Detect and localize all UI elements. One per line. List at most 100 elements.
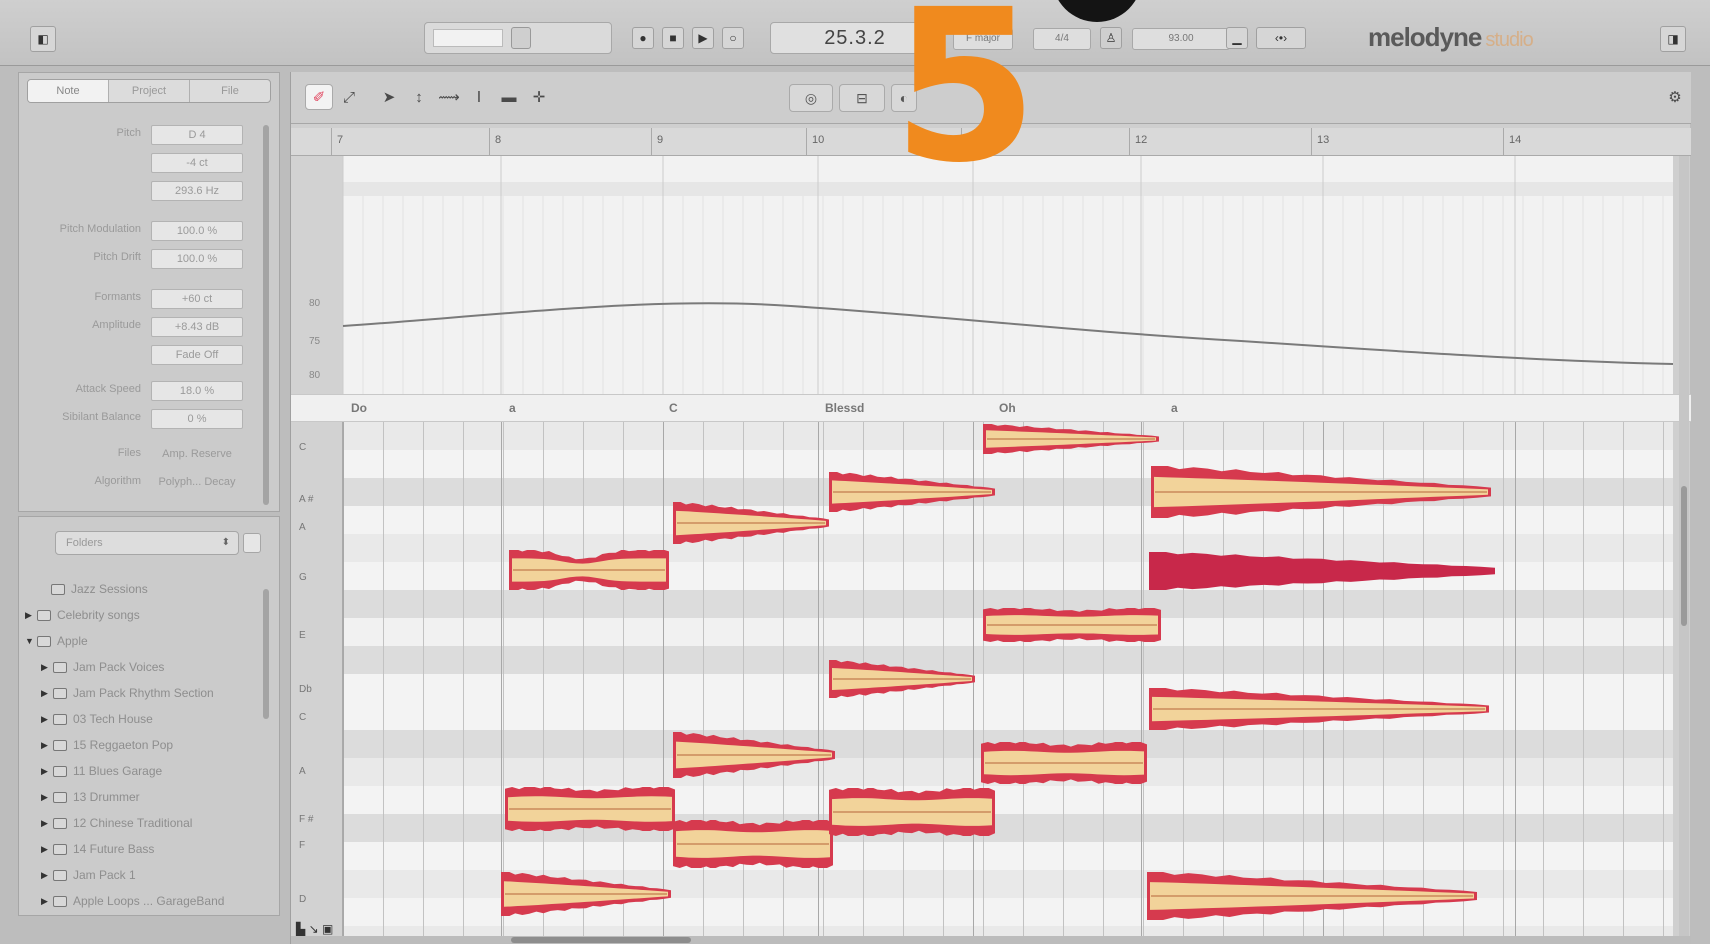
folder-icon [53,739,67,751]
tree-item-tech-house[interactable]: ▶ 03 Tech House [41,709,153,729]
quantize-macro-icon[interactable]: ⊟ [839,84,885,112]
param-value-field[interactable]: -4 ct [151,153,243,173]
note-blob[interactable] [981,742,1147,784]
tree-item-chinese-traditional[interactable]: ▶ 12 Chinese Traditional [41,813,192,833]
lyric-syllable[interactable]: a [509,401,516,415]
expand-arrow-icon[interactable]: ▶ [41,896,53,907]
tempo-display[interactable]: 93.00 [1132,28,1230,50]
tab-project[interactable]: Project [109,80,190,102]
param-value-field[interactable]: 18.0 % [151,381,243,401]
param-value-field[interactable]: 100.0 % [151,249,243,269]
note-blob[interactable] [501,872,671,916]
lyric-syllable[interactable]: C [669,401,678,415]
tree-item-future-bass[interactable]: ▶ 14 Future Bass [41,839,154,859]
note-blob[interactable] [829,788,995,836]
note-blob[interactable] [509,550,669,590]
lyric-syllable[interactable]: Blessd [825,401,864,415]
chevron-down-icon: ⬍ [221,537,230,548]
pitch-drift-tool-icon[interactable]: ⟿ [435,84,463,110]
note-blob[interactable] [829,660,975,698]
select-tool-icon[interactable]: ➤ [375,84,403,110]
tree-item-celebrity-songs[interactable]: ▶ Celebrity songs [25,605,140,625]
note-blob[interactable] [829,472,995,512]
vertical-scrollbar[interactable] [1679,156,1689,936]
zoom-slider[interactable] [424,22,612,54]
note-blob[interactable] [505,787,675,831]
time-signature-display[interactable]: 4/4 [1033,28,1091,50]
pitch-modulation-tool-icon[interactable]: ↕ [405,84,433,110]
tree-item-jazz-sessions[interactable]: Jazz Sessions [39,579,148,599]
note-blob[interactable] [1151,466,1491,518]
browser-options-button[interactable] [243,533,261,553]
note-blob[interactable] [1149,688,1489,730]
amplitude-tool-icon[interactable]: ▬ [495,84,523,110]
inspector-scrollbar[interactable] [263,125,269,505]
time-tool-icon[interactable]: ✛ [525,84,553,110]
param-value-field[interactable]: D 4 [151,125,243,145]
tree-item-reggaeton-pop[interactable]: ▶ 15 Reggaeton Pop [41,735,173,755]
collapse-arrow-icon[interactable]: ▼ [25,636,37,646]
expand-arrow-icon[interactable]: ▶ [41,714,53,725]
param-value-field[interactable]: +8.43 dB [151,317,243,337]
film-icon[interactable]: ▣ [322,922,333,936]
expand-arrow-icon[interactable]: ▶ [25,610,37,621]
record-button[interactable]: ● [632,27,654,49]
play-button[interactable]: ▶ [692,27,714,49]
param-value-field[interactable]: 100.0 % [151,221,243,241]
tree-item-apple-loops[interactable]: ▶ Apple Loops ... GarageBand [41,891,224,911]
expand-arrow-icon[interactable]: ▶ [41,818,53,829]
tree-item-jam-pack-rhythm-section[interactable]: ▶ Jam Pack Rhythm Section [41,683,214,703]
param-value-text[interactable]: Polyph... Decay [151,473,243,493]
note-blob[interactable] [983,608,1161,642]
horizontal-scrollbar[interactable] [291,936,1691,944]
lyric-syllable[interactable]: Oh [999,401,1016,415]
pitch-tool-icon[interactable]: ⤢ [335,84,363,110]
metronome-icon[interactable]: ♙ [1100,27,1122,49]
note-blob[interactable] [983,424,1159,454]
expand-arrow-icon[interactable]: ▶ [41,662,53,673]
expand-arrow-icon[interactable]: ▶ [41,740,53,751]
param-value-field[interactable]: +60 ct [151,289,243,309]
note-blob[interactable] [673,502,829,544]
sidebar-toggle-icon[interactable]: ◧ [30,26,56,52]
note-grid[interactable] [343,422,1673,942]
browser-location-select[interactable]: Folders ⬍ [55,531,239,555]
scroll-thumb[interactable] [1681,486,1687,626]
tempo-mode-icon[interactable]: ▁ [1226,27,1248,49]
expand-arrow-icon[interactable]: ▶ [41,792,53,803]
scroll-thumb[interactable] [511,937,691,943]
loop-button[interactable]: ○ [722,27,744,49]
expand-arrow-icon[interactable]: ▶ [41,766,53,777]
tab-note[interactable]: Note [28,80,109,102]
track-icon[interactable]: ▙ [296,922,305,936]
param-value-field[interactable]: 0 % [151,409,243,429]
lyric-syllable[interactable]: Do [351,401,367,415]
tree-item-apple[interactable]: ▼ Apple [25,631,88,651]
expand-arrow-icon[interactable]: ▶ [41,844,53,855]
tree-item-jam-pack-voices[interactable]: ▶ Jam Pack Voices [41,657,164,677]
transport-sync-icon[interactable]: ‹•› [1256,27,1306,49]
tree-item-drummer[interactable]: ▶ 13 Drummer [41,787,140,807]
tree-item-blues-garage[interactable]: ▶ 11 Blues Garage [41,761,162,781]
tab-file[interactable]: File [190,80,270,102]
expand-arrow-icon[interactable]: ▶ [41,688,53,699]
note-blob[interactable] [673,820,833,868]
note-blob[interactable] [1149,552,1495,590]
inspector-toggle-icon[interactable]: ◨ [1660,26,1686,52]
slider-handle[interactable] [511,27,531,49]
note-blob[interactable] [673,732,835,778]
editor-settings-icon[interactable]: ⚙ [1661,84,1689,110]
param-value-field[interactable]: 293.6 Hz [151,181,243,201]
note-blob[interactable] [1147,872,1477,920]
correct-pitch-macro-icon[interactable]: ◎ [789,84,833,112]
tree-item-jam-pack-1[interactable]: ▶ Jam Pack 1 [41,865,136,885]
lyric-syllable[interactable]: a [1171,401,1178,415]
pointer-icon[interactable]: ↘ [309,922,319,936]
formant-tool-icon[interactable]: Ⅰ [465,84,493,110]
stop-button[interactable]: ■ [662,27,684,49]
pitch-ruler[interactable]: C A # A G E Db C A F # F D [291,422,343,942]
browser-scrollbar[interactable] [263,589,269,719]
param-value-field[interactable]: Fade Off [151,345,243,365]
expand-arrow-icon[interactable]: ▶ [41,870,53,881]
main-tool-icon[interactable]: ✐ [305,84,333,110]
